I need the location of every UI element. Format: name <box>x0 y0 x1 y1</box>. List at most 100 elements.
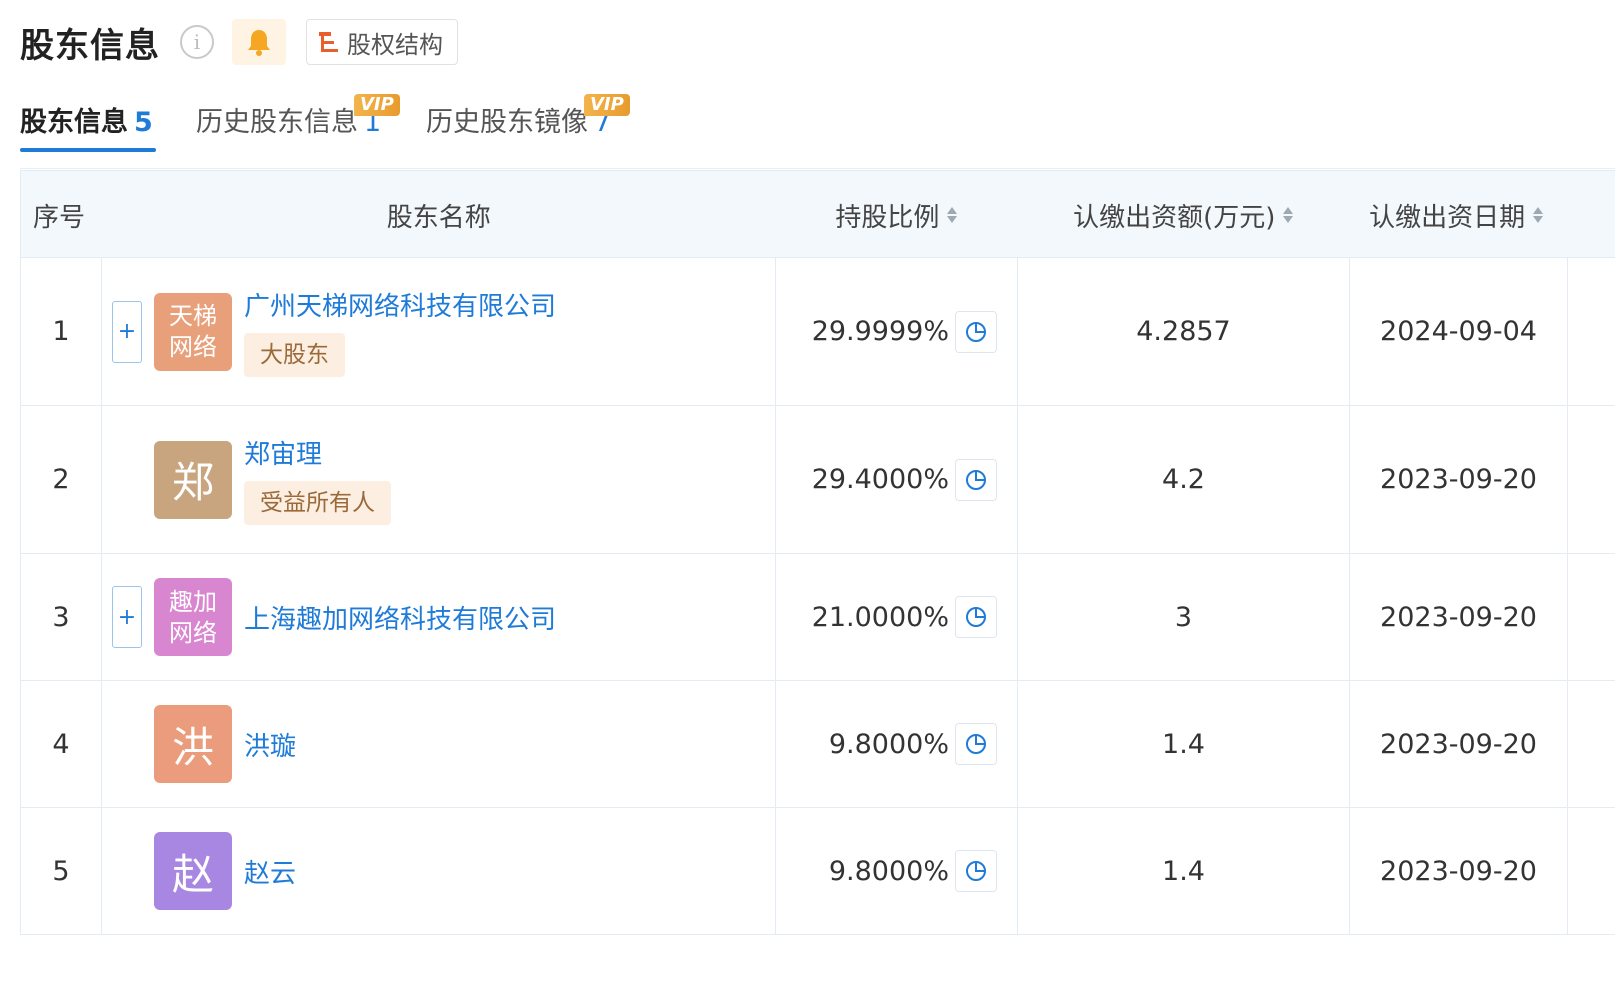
index-text: 1 <box>52 316 70 347</box>
row-index: 2 <box>21 406 102 553</box>
date-text: 2024-09-04 <box>1380 316 1537 347</box>
sort-icon[interactable] <box>1533 207 1544 223</box>
amount-cell: 4.2 <box>1018 406 1350 553</box>
equity-structure-button[interactable]: 股权结构 <box>306 19 458 65</box>
amount-text: 4.2857 <box>1136 316 1231 347</box>
date-cell: 2023-09-20 <box>1350 406 1568 553</box>
column-label: 认缴出资额(万元) <box>1073 202 1276 233</box>
date-text: 2023-09-20 <box>1380 855 1537 887</box>
date-cell: 2023-09-20 <box>1350 808 1568 934</box>
column-header-name: 股东名称 <box>102 171 776 259</box>
shareholder-name-link[interactable]: 广州天梯网络科技有限公司 <box>244 286 556 323</box>
tab-count: 5 <box>134 107 153 138</box>
bell-icon <box>248 30 270 56</box>
sort-icon[interactable] <box>947 207 958 223</box>
tab-label: 历史股东镜像 <box>426 107 588 138</box>
shareholder-name-link[interactable]: 赵云 <box>244 853 296 890</box>
shareholder-name-link[interactable]: 洪璇 <box>244 726 296 763</box>
percent-text: 29.4000% <box>811 464 949 495</box>
column-label: 序号 <box>33 202 86 233</box>
info-icon[interactable]: i <box>180 25 214 59</box>
index-text: 3 <box>52 601 70 633</box>
shareholder-cell: + 趣加 网络 上海趣加网络科技有限公司 <box>102 554 776 680</box>
pie-chart-icon[interactable] <box>955 310 997 353</box>
table-row: 2 郑 郑宙理 受益所有人 29.4000% 4.2 2023-09-20 <box>21 406 1615 554</box>
shareholder-logo: 趣加 网络 <box>154 578 232 656</box>
row-index: 5 <box>21 808 102 934</box>
row-index: 4 <box>21 681 102 807</box>
tab-shareholder-info[interactable]: 股东信息 5 <box>20 100 153 139</box>
pie-chart-icon[interactable] <box>955 850 997 892</box>
date-text: 2023-09-20 <box>1380 464 1537 495</box>
name-block: 郑宙理 受益所有人 <box>244 434 391 525</box>
amount-text: 1.4 <box>1162 855 1205 887</box>
table-row: 1 + 天梯网络 广州天梯网络科技有限公司 大股东 29.9999% 4.285… <box>21 258 1615 406</box>
expand-button[interactable]: + <box>112 586 142 648</box>
column-header-date[interactable]: 认缴出资日期 <box>1349 171 1615 259</box>
amount-cell: 4.2857 <box>1018 258 1350 405</box>
logo-text-line: 天梯 <box>169 302 217 330</box>
percent-cell: 29.4000% <box>776 406 1018 553</box>
shareholder-cell: 郑 郑宙理 受益所有人 <box>102 406 776 553</box>
table-row: 5 赵 赵云 9.8000% 1.4 2023-09-20 <box>21 808 1615 935</box>
logo-text-line: 网络 <box>169 618 217 647</box>
shareholder-cell: + 天梯网络 广州天梯网络科技有限公司 大股东 <box>102 258 776 405</box>
column-label: 股东名称 <box>386 202 491 233</box>
pie-chart-icon[interactable] <box>955 596 997 638</box>
tab-label: 历史股东信息 <box>196 107 358 138</box>
percent-text: 29.9999% <box>811 316 949 347</box>
row-index: 1 <box>21 258 102 405</box>
column-label: 认缴出资日期 <box>1369 202 1526 233</box>
pie-chart-icon[interactable] <box>955 723 997 765</box>
tab-history-shareholder-info[interactable]: VIP 历史股东信息 1 <box>196 94 400 139</box>
name-block: 赵云 <box>244 853 296 890</box>
amount-cell: 1.4 <box>1018 681 1350 807</box>
date-text: 2023-09-20 <box>1380 728 1537 760</box>
name-block: 广州天梯网络科技有限公司 大股东 <box>244 286 556 377</box>
index-text: 4 <box>52 728 70 760</box>
index-text: 5 <box>52 855 70 887</box>
column-header-index: 序号 <box>21 171 102 259</box>
shareholder-avatar: 洪 <box>154 705 232 783</box>
shareholder-name-link[interactable]: 郑宙理 <box>244 434 391 471</box>
column-label: 持股比例 <box>835 202 940 233</box>
date-text: 2023-09-20 <box>1380 601 1537 633</box>
logo-text-line: 趣加 <box>169 587 217 616</box>
index-text: 2 <box>52 464 70 495</box>
date-cell: 2023-09-20 <box>1350 554 1568 680</box>
equity-structure-icon <box>317 29 341 55</box>
row-index: 3 <box>21 554 102 680</box>
percent-text: 21.0000% <box>811 601 949 633</box>
bell-button[interactable] <box>232 19 286 65</box>
shareholder-table: 序号 股东名称 持股比例 认缴出资额(万元) 认缴出资日期 1 + 天梯网络 广… <box>20 170 1615 935</box>
logo-text-line: 网络 <box>169 333 217 361</box>
percent-cell: 9.8000% <box>776 681 1018 807</box>
tab-history-shareholder-snapshot[interactable]: VIP 历史股东镜像 7 <box>426 94 630 139</box>
vip-badge: VIP <box>584 94 630 116</box>
name-block: 上海趣加网络科技有限公司 <box>244 599 556 636</box>
sort-icon[interactable] <box>1283 207 1294 223</box>
column-header-amount[interactable]: 认缴出资额(万元) <box>1017 171 1349 259</box>
percent-cell: 9.8000% <box>776 808 1018 934</box>
section-title: 股东信息 <box>20 25 160 66</box>
name-block: 洪璇 <box>244 726 296 763</box>
amount-cell: 1.4 <box>1018 808 1350 934</box>
percent-text: 9.8000% <box>828 728 949 760</box>
expand-button[interactable]: + <box>112 300 142 363</box>
table-row: 3 + 趣加 网络 上海趣加网络科技有限公司 21.0000% 3 2023-09… <box>21 554 1615 681</box>
pie-chart-icon[interactable] <box>955 458 997 501</box>
date-cell: 2023-09-20 <box>1350 681 1568 807</box>
amount-text: 1.4 <box>1162 728 1205 760</box>
shareholder-tag: 大股东 <box>244 333 345 377</box>
shareholder-avatar: 赵 <box>154 832 232 910</box>
column-header-percent[interactable]: 持股比例 <box>776 171 1018 259</box>
percent-text: 9.8000% <box>828 855 949 887</box>
shareholder-cell: 赵 赵云 <box>102 808 776 934</box>
active-tab-indicator <box>20 148 156 152</box>
percent-cell: 21.0000% <box>776 554 1018 680</box>
shareholder-avatar: 郑 <box>154 440 232 519</box>
shareholder-cell: 洪 洪璇 <box>102 681 776 807</box>
shareholder-name-link[interactable]: 上海趣加网络科技有限公司 <box>244 599 556 636</box>
equity-structure-label: 股权结构 <box>347 30 443 59</box>
shareholder-tag: 受益所有人 <box>244 481 391 525</box>
